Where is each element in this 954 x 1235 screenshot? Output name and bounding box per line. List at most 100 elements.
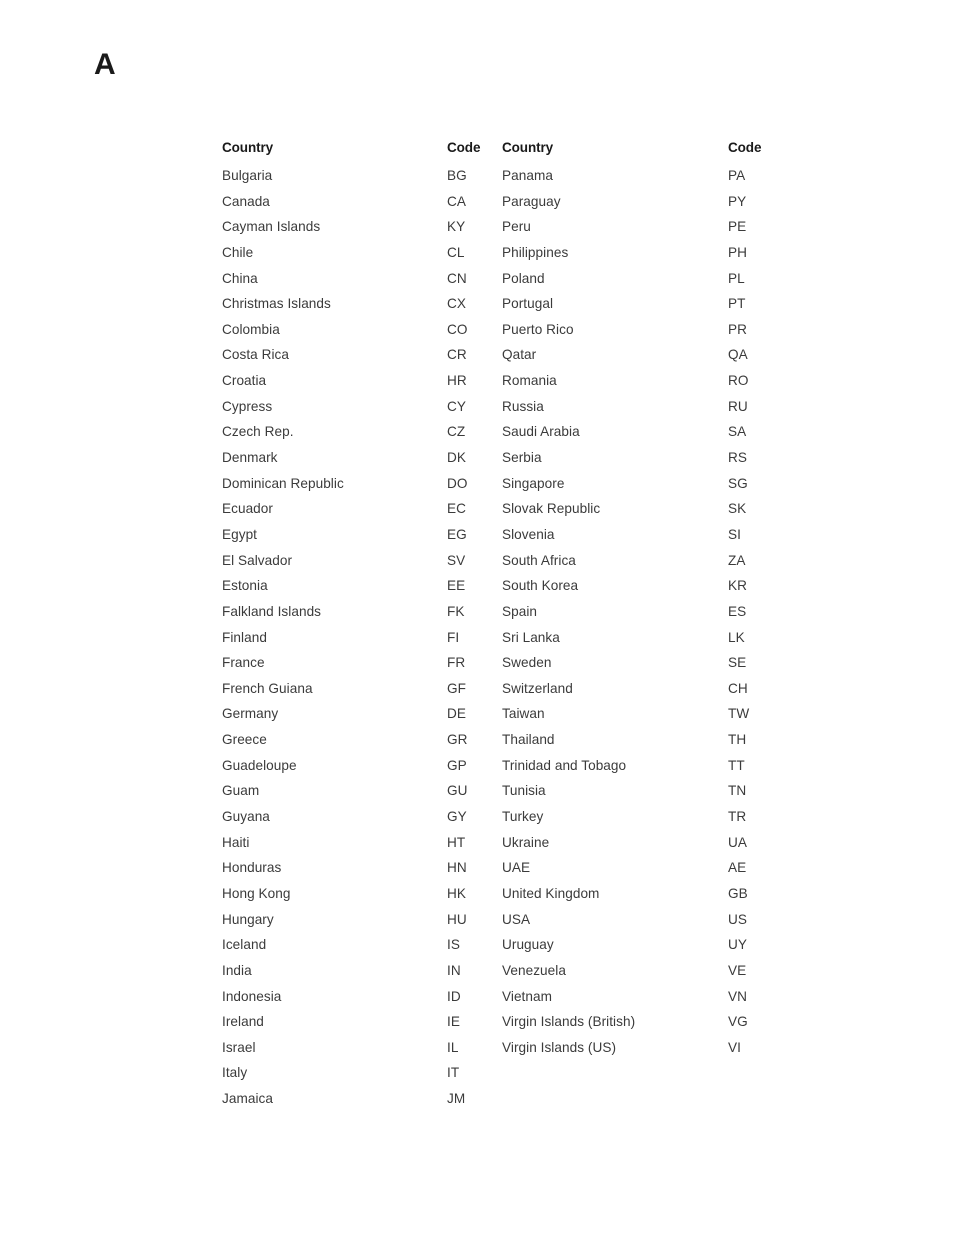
cell-country-code: SV bbox=[447, 552, 466, 568]
cell-country-name: Spain bbox=[502, 603, 538, 619]
table-row: Sri Lanka LK bbox=[502, 630, 802, 656]
table-row: South Korea KR bbox=[502, 578, 802, 604]
cell-country-code: RO bbox=[728, 373, 749, 389]
cell-country-code: CY bbox=[447, 398, 466, 414]
table-row: Paraguay PY bbox=[502, 194, 802, 220]
table-row: Canada CA bbox=[222, 194, 512, 220]
table-row: Thailand TH bbox=[502, 732, 802, 758]
cell-country-code: IN bbox=[447, 962, 461, 978]
table-row: Honduras HN bbox=[222, 860, 512, 886]
table-row: Iceland IS bbox=[222, 937, 512, 963]
cell-country-name: United Kingdom bbox=[502, 885, 600, 901]
table-row: Chile CL bbox=[222, 245, 512, 271]
table-row: Virgin Islands (British) VG bbox=[502, 1014, 802, 1040]
table-row: Saudi Arabia SA bbox=[502, 424, 802, 450]
cell-country-code: CX bbox=[447, 296, 466, 312]
cell-country-code: IS bbox=[447, 937, 460, 953]
cell-country-name: Singapore bbox=[502, 475, 565, 491]
table-row: Uruguay UY bbox=[502, 937, 802, 963]
cell-country-code: PA bbox=[728, 168, 746, 183]
cell-country-name: Turkey bbox=[502, 809, 544, 825]
cell-country-code: GP bbox=[447, 757, 467, 773]
table-row: Singapore SG bbox=[502, 476, 802, 502]
cell-country-name: Cypress bbox=[222, 398, 273, 414]
cell-country-name: Uruguay bbox=[502, 937, 554, 953]
cell-country-name: Falkland Islands bbox=[222, 603, 322, 619]
table-row: Portugal PT bbox=[502, 296, 802, 322]
table-row: Hungary HU bbox=[222, 912, 512, 938]
table-row: Poland PL bbox=[502, 271, 802, 297]
cell-country-name: Israel bbox=[222, 1039, 256, 1055]
cell-country-name: Virgin Islands (British) bbox=[502, 1014, 636, 1030]
cell-country-code: ZA bbox=[728, 552, 746, 568]
cell-country-code: EE bbox=[447, 578, 466, 594]
cell-country-name: Venezuela bbox=[502, 962, 566, 978]
cell-country-name: Tunisia bbox=[502, 783, 546, 799]
cell-country-name: Panama bbox=[502, 168, 553, 183]
table-row: Germany DE bbox=[222, 706, 512, 732]
table-row: Slovak Republic SK bbox=[502, 501, 802, 527]
table-body-right: Panama PA Paraguay PY Peru PE Philippines PH Pol… bbox=[502, 168, 802, 1065]
table-row: Romania RO bbox=[502, 373, 802, 399]
cell-country-name: Poland bbox=[502, 270, 545, 286]
table-row: Finland FI bbox=[222, 630, 512, 656]
cell-country-name: French Guiana bbox=[222, 680, 313, 696]
cell-country-name: India bbox=[222, 962, 252, 978]
cell-country-name: Portugal bbox=[502, 296, 554, 312]
column-header-code: Code bbox=[728, 140, 762, 155]
cell-country-name: Indonesia bbox=[222, 988, 282, 1004]
cell-country-code: PT bbox=[728, 296, 746, 312]
table-row: Puerto Rico PR bbox=[502, 322, 802, 348]
cell-country-name: Germany bbox=[222, 706, 279, 722]
table-row: Ukraine UA bbox=[502, 835, 802, 861]
cell-country-code: KY bbox=[447, 219, 466, 235]
cell-country-name: Trinidad and Tobago bbox=[502, 757, 627, 773]
cell-country-code: PE bbox=[728, 219, 747, 235]
cell-country-code: UY bbox=[728, 937, 747, 953]
cell-country-name: Switzerland bbox=[502, 680, 573, 696]
cell-country-code: TH bbox=[728, 732, 747, 748]
cell-country-code: PL bbox=[728, 270, 745, 286]
table-row: Philippines PH bbox=[502, 245, 802, 271]
cell-country-name: Peru bbox=[502, 219, 531, 235]
cell-country-name: Slovak Republic bbox=[502, 501, 601, 517]
table-row: Guadeloupe GP bbox=[222, 758, 512, 784]
cell-country-code: GY bbox=[447, 809, 467, 825]
cell-country-code: BG bbox=[447, 168, 467, 183]
cell-country-name: Puerto Rico bbox=[502, 321, 574, 337]
table-row: Qatar QA bbox=[502, 347, 802, 373]
cell-country-name: Thailand bbox=[502, 732, 555, 748]
cell-country-code: HN bbox=[447, 860, 467, 876]
table-row: Virgin Islands (US) VI bbox=[502, 1040, 802, 1066]
table-row: South Africa ZA bbox=[502, 553, 802, 579]
cell-country-name: Qatar bbox=[502, 347, 537, 363]
table-row: Hong Kong HK bbox=[222, 886, 512, 912]
table-row: Serbia RS bbox=[502, 450, 802, 476]
cell-country-code: HU bbox=[447, 911, 467, 927]
cell-country-code: PH bbox=[728, 244, 747, 260]
cell-country-code: SG bbox=[728, 475, 748, 491]
table-row: Jamaica JM bbox=[222, 1091, 512, 1117]
table-row: China CN bbox=[222, 271, 512, 297]
appendix-letter: A bbox=[94, 48, 116, 81]
document-page: A Country Code Bulgaria BG Canada CA Cayman … bbox=[0, 0, 954, 1235]
cell-country-name: Jamaica bbox=[222, 1091, 273, 1107]
cell-country-name: Hungary bbox=[222, 911, 274, 927]
cell-country-code: VI bbox=[728, 1039, 741, 1055]
cell-country-name: Chile bbox=[222, 244, 254, 260]
cell-country-name: Iceland bbox=[222, 937, 267, 953]
table-row: Costa Rica CR bbox=[222, 347, 512, 373]
cell-country-code: CR bbox=[447, 347, 467, 363]
cell-country-name: Vietnam bbox=[502, 988, 552, 1004]
cell-country-code: VN bbox=[728, 988, 747, 1004]
table-row: Estonia EE bbox=[222, 578, 512, 604]
cell-country-code: FI bbox=[447, 629, 460, 645]
cell-country-code: DE bbox=[447, 706, 466, 722]
cell-country-name: Guadeloupe bbox=[222, 757, 297, 773]
cell-country-code: GR bbox=[447, 732, 468, 748]
cell-country-code: JM bbox=[447, 1091, 466, 1107]
table-row: Spain ES bbox=[502, 604, 802, 630]
cell-country-code: IL bbox=[447, 1039, 459, 1055]
table-row: Guyana GY bbox=[222, 809, 512, 835]
cell-country-name: Slovenia bbox=[502, 526, 555, 542]
